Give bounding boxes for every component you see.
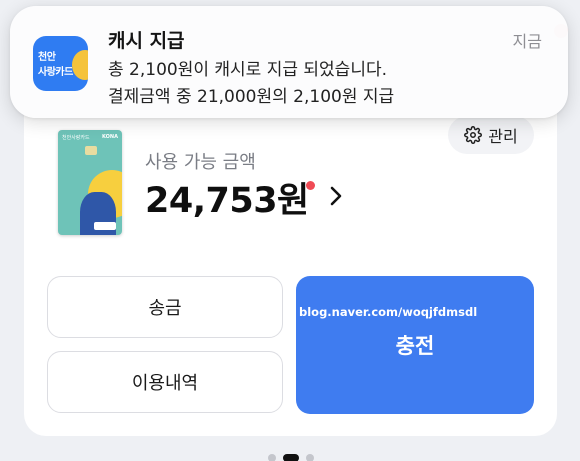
card-brand-left: 천안사랑카드 (62, 135, 90, 141)
send-button[interactable]: 송금 (47, 276, 283, 338)
gear-icon (464, 126, 483, 144)
history-label: 이용내역 (131, 373, 199, 394)
notification-body-line2: 결제금액 중 21,000원의 2,100원 지급 (108, 87, 395, 107)
notification-time: 지금 (512, 32, 542, 51)
app-icon: 천안 사랑카드 (33, 36, 88, 91)
notification-title: 캐시 지급 (108, 30, 185, 52)
balance-amount[interactable]: 24,753원 (145, 172, 309, 223)
card-chip (85, 146, 97, 155)
watermark-text: blog.naver.com/woqjfdmsdl (299, 305, 478, 319)
page-dot[interactable] (306, 454, 314, 461)
charge-button[interactable]: 충전 (296, 276, 534, 414)
notification-banner[interactable]: 천안 사랑카드 캐시 지급 지금 총 2,100원이 캐시로 지급 되었습니다.… (10, 6, 568, 118)
charge-label: 충전 (395, 334, 435, 358)
card-image[interactable]: 천안사랑카드 KONA (58, 130, 122, 235)
new-badge-dot (306, 181, 315, 190)
page-dot[interactable] (268, 454, 276, 461)
app-icon-text-line2: 사랑카드 (38, 67, 73, 78)
app-icon-text-line1: 천안 (38, 52, 56, 63)
page-indicator[interactable] (268, 454, 314, 461)
notification-body-line1: 총 2,100원이 캐시로 지급 되었습니다. (108, 60, 388, 80)
manage-button[interactable]: 관리 (448, 116, 534, 154)
send-label: 송금 (148, 298, 182, 319)
history-button[interactable]: 이용내역 (47, 351, 283, 413)
page-dot-active[interactable] (283, 454, 299, 461)
manage-label: 관리 (488, 127, 518, 146)
app-icon-accent (72, 50, 88, 80)
chevron-right-icon[interactable] (326, 184, 346, 208)
card-brand-right: KONA (102, 134, 118, 140)
balance-label: 사용 가능 금액 (145, 152, 256, 173)
card-issuer-logo (94, 222, 116, 230)
